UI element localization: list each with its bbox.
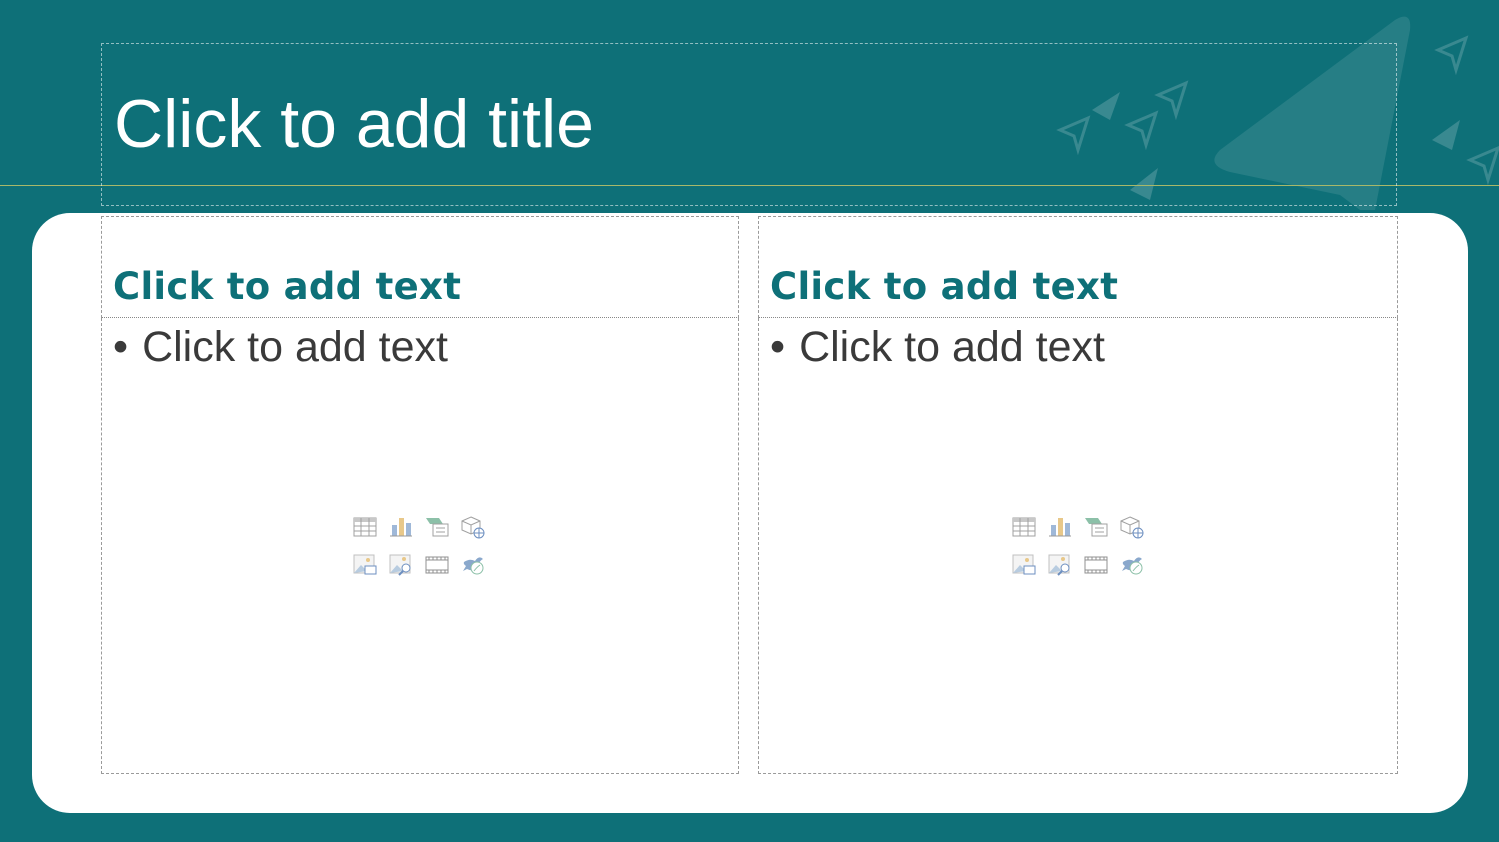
left-header-text: Click to add text xyxy=(113,265,462,308)
title-placeholder[interactable]: Click to add title xyxy=(101,43,1397,206)
right-header-placeholder[interactable]: Click to add text xyxy=(758,216,1398,318)
chart-icon[interactable] xyxy=(1048,515,1072,539)
left-body-text: Click to add text xyxy=(142,323,448,371)
chart-icon[interactable] xyxy=(389,515,413,539)
picture-icon[interactable] xyxy=(353,553,377,577)
title-text: Click to add title xyxy=(114,86,594,162)
online-picture-icon[interactable] xyxy=(1048,553,1072,577)
left-insert-icons xyxy=(353,515,489,579)
picture-icon[interactable] xyxy=(1012,553,1036,577)
left-bullet-line: • Click to add text xyxy=(113,322,448,372)
bullet-marker: • xyxy=(770,323,786,371)
icons-icon[interactable] xyxy=(1120,553,1144,577)
video-icon[interactable] xyxy=(1084,553,1108,577)
3d-model-icon[interactable] xyxy=(461,515,485,539)
online-picture-icon[interactable] xyxy=(389,553,413,577)
icons-icon[interactable] xyxy=(461,553,485,577)
left-header-placeholder[interactable]: Click to add text xyxy=(101,216,739,318)
slide: Click to add title Click to add text • Cl… xyxy=(0,0,1499,842)
right-body-text: Click to add text xyxy=(799,323,1105,371)
table-icon[interactable] xyxy=(353,515,377,539)
smartart-icon[interactable] xyxy=(1084,515,1108,539)
left-body-placeholder[interactable]: • Click to add text xyxy=(101,318,739,774)
3d-model-icon[interactable] xyxy=(1120,515,1144,539)
bullet-marker: • xyxy=(113,323,129,371)
right-header-text: Click to add text xyxy=(770,265,1119,308)
right-bullet-line: • Click to add text xyxy=(770,322,1105,372)
video-icon[interactable] xyxy=(425,553,449,577)
smartart-icon[interactable] xyxy=(425,515,449,539)
table-icon[interactable] xyxy=(1012,515,1036,539)
right-body-placeholder[interactable]: • Click to add text xyxy=(758,318,1398,774)
right-insert-icons xyxy=(1012,515,1148,579)
